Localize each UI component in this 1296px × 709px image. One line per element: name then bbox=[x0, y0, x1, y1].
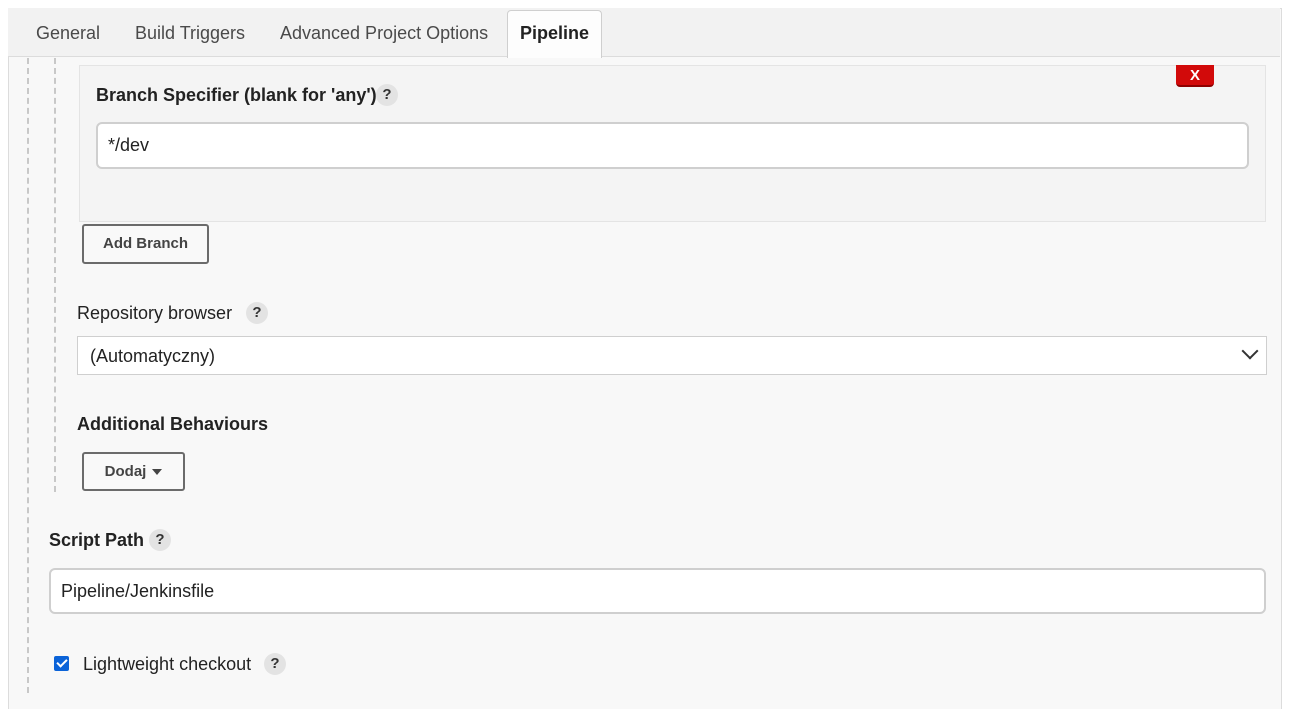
repository-browser-selected-value: (Automatyczny) bbox=[90, 346, 216, 366]
add-behaviour-dropdown-button[interactable]: Dodaj bbox=[82, 452, 185, 491]
outer-nesting-guide bbox=[27, 58, 29, 693]
lightweight-checkout-label: Lightweight checkout bbox=[83, 654, 252, 674]
tab-pipeline[interactable]: Pipeline bbox=[507, 10, 603, 58]
lightweight-checkout-checkbox[interactable] bbox=[54, 656, 69, 671]
script-path-label: Script Path bbox=[49, 530, 145, 550]
inner-nesting-guide bbox=[54, 58, 56, 492]
branch-specifier-input[interactable] bbox=[96, 122, 1249, 169]
repository-browser-help-icon[interactable]: ? bbox=[246, 302, 268, 324]
additional-behaviours-label: Additional Behaviours bbox=[77, 414, 269, 434]
tab-advanced-project-options[interactable]: Advanced Project Options bbox=[276, 8, 492, 56]
tab-general[interactable]: General bbox=[32, 8, 104, 56]
branch-specifier-help-icon[interactable]: ? bbox=[376, 84, 398, 106]
add-branch-button[interactable]: Add Branch bbox=[82, 224, 209, 264]
chevron-down-icon bbox=[1241, 342, 1259, 360]
add-behaviour-label: Dodaj bbox=[104, 463, 147, 480]
repository-browser-select[interactable]: (Automatyczny) bbox=[77, 336, 1267, 375]
caret-down-icon bbox=[152, 469, 163, 476]
tab-build-triggers[interactable]: Build Triggers bbox=[131, 8, 249, 56]
branch-specifier-label: Branch Specifier (blank for 'any') bbox=[96, 85, 377, 105]
script-path-input[interactable] bbox=[49, 568, 1266, 614]
config-tab-bar: General Build Triggers Advanced Project … bbox=[8, 8, 1280, 58]
repository-browser-label: Repository browser bbox=[77, 303, 233, 323]
script-path-help-icon[interactable]: ? bbox=[149, 529, 171, 551]
delete-branch-button[interactable]: X bbox=[1176, 65, 1214, 87]
lightweight-checkout-help-icon[interactable]: ? bbox=[264, 653, 286, 675]
